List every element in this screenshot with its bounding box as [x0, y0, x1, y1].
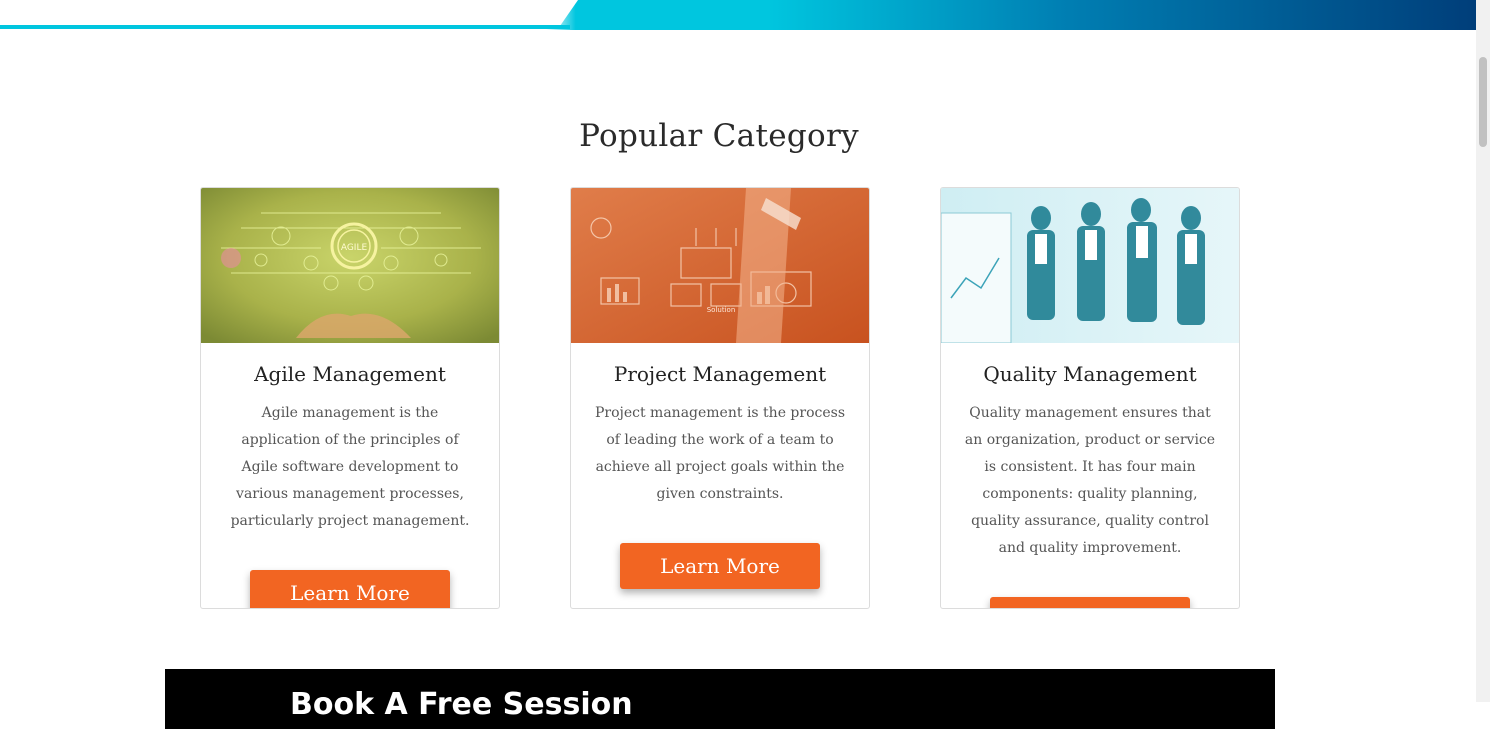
quality-image	[941, 188, 1239, 343]
banner-heading: Book A Free Session	[290, 687, 633, 722]
agile-image: AGILE	[201, 188, 499, 343]
category-card-quality: Quality Management Quality management en…	[940, 187, 1240, 609]
project-image: Solution	[571, 188, 869, 343]
learn-more-button[interactable]: Learn More	[620, 543, 820, 589]
header-white-area	[0, 0, 578, 25]
category-card-agile: AGILE Agile Management Agile management …	[200, 187, 500, 609]
top-header-band	[0, 0, 1476, 30]
free-session-banner: Book A Free Session	[165, 669, 1275, 729]
learn-more-button[interactable]: Learn More	[990, 597, 1190, 608]
section-title: Popular Category	[579, 118, 859, 154]
category-card-project: Solution Project Management Project mana…	[570, 187, 870, 609]
page-scrollbar[interactable]	[1476, 0, 1490, 702]
scrollbar-thumb[interactable]	[1479, 57, 1487, 147]
card-description: Project management is the process of lea…	[594, 405, 846, 502]
card-title: Agile Management	[254, 362, 446, 386]
card-title: Project Management	[613, 362, 827, 386]
project-badge-text: Solution	[707, 306, 736, 314]
agile-badge-text: AGILE	[341, 243, 368, 253]
card-title: Quality Management	[983, 362, 1197, 386]
card-description: Quality management ensures that an organ…	[964, 405, 1216, 556]
learn-more-button[interactable]: Learn More	[250, 570, 450, 608]
card-description: Agile management is the application of t…	[230, 405, 470, 529]
header-accent-line	[0, 25, 570, 29]
